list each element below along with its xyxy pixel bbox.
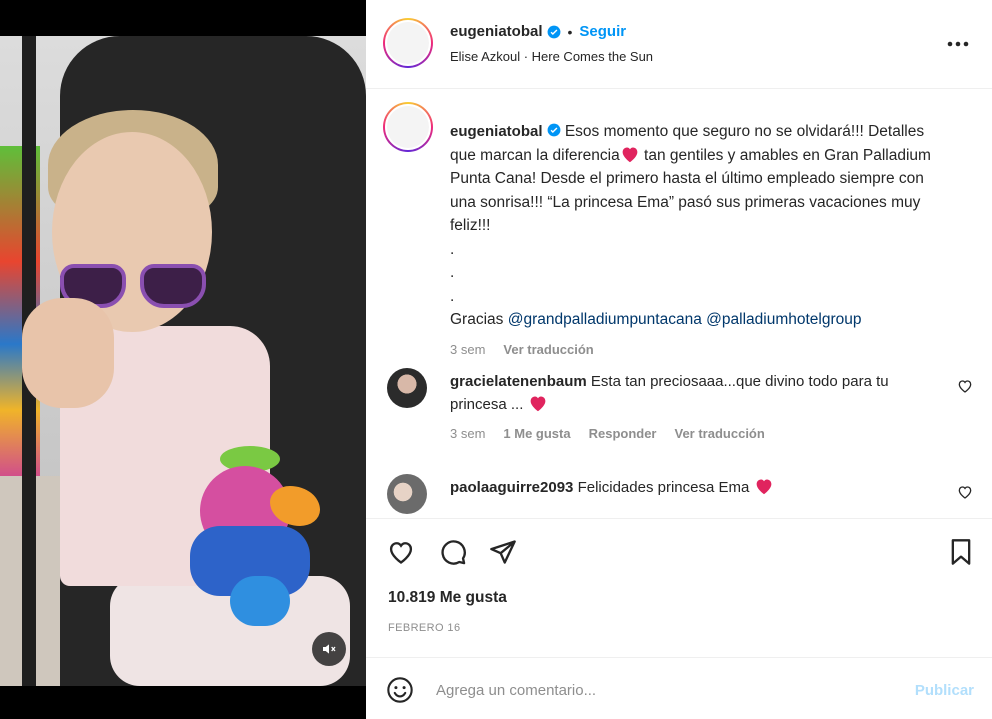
comment-button[interactable]: [438, 537, 468, 567]
comment-text: Felicidades princesa Ema: [577, 479, 750, 496]
commenter-avatar[interactable]: [387, 474, 427, 514]
red-heart-emoji-icon: [528, 394, 548, 412]
heart-outline-icon: [389, 542, 413, 564]
author-username[interactable]: eugeniatobal: [450, 23, 543, 40]
comment-reply-button[interactable]: Responder: [589, 422, 657, 445]
caption-author-avatar[interactable]: [383, 102, 433, 152]
publish-button[interactable]: Publicar: [915, 682, 974, 699]
more-horizontal-icon: [947, 41, 969, 47]
post-media[interactable]: [0, 0, 366, 719]
save-button[interactable]: [946, 537, 976, 567]
post-photo[interactable]: [0, 36, 366, 686]
mention-link-palladiumhotelgroup[interactable]: @palladiumhotelgroup: [706, 311, 861, 328]
emoji-picker-button[interactable]: [386, 676, 414, 704]
comment-timestamp[interactable]: 3 sem: [450, 422, 485, 445]
comment-input[interactable]: [436, 675, 896, 705]
audio-track-link[interactable]: Elise Azkoul · Here Comes the Sun: [450, 49, 653, 64]
post-header: eugeniatobal • Seguir Elise Azkoul · Her…: [366, 0, 992, 89]
post-date: FEBRERO 16: [388, 622, 461, 634]
thumbs-up-arm: [22, 298, 114, 408]
comment-bubble-icon: [441, 540, 466, 565]
author-avatar[interactable]: [383, 18, 433, 68]
caption-dot-3: .: [450, 287, 455, 305]
paper-plane-icon: [490, 540, 516, 564]
comment-translate-link[interactable]: Ver traducción: [675, 422, 765, 445]
caption-dot-2: .: [450, 264, 455, 281]
red-heart-emoji-icon: [620, 145, 640, 163]
like-button[interactable]: [386, 537, 416, 567]
comment-like-button[interactable]: [957, 378, 973, 394]
bookmark-icon: [951, 539, 971, 565]
more-options-button[interactable]: [946, 34, 970, 54]
post-actions: 10.819 Me gusta FEBRERO 16: [366, 518, 992, 657]
caption-translate-link[interactable]: Ver traducción: [503, 338, 593, 362]
post-details-panel: eugeniatobal • Seguir Elise Azkoul · Her…: [366, 0, 992, 719]
mention-link-grandpalladium[interactable]: @grandpalladiumpuntacana: [508, 311, 702, 328]
caption-username[interactable]: eugeniatobal: [450, 123, 543, 140]
red-heart-emoji-icon: [754, 477, 774, 495]
caption-thanks-text: Gracias: [450, 311, 508, 328]
comment-likes-count[interactable]: 1 Me gusta: [503, 422, 570, 445]
follow-button[interactable]: Seguir: [579, 23, 626, 40]
verified-badge-icon: [547, 123, 561, 137]
separator-dot: •: [567, 23, 573, 40]
verified-badge-icon: [547, 25, 561, 39]
commenter-username[interactable]: paolaaguirre2093: [450, 479, 573, 496]
add-comment-bar: Publicar: [366, 657, 992, 719]
speaker-muted-icon: [323, 644, 336, 654]
plush-toy: [170, 446, 330, 626]
commenter-avatar[interactable]: [387, 368, 427, 408]
comment-like-button[interactable]: [957, 484, 973, 500]
share-button[interactable]: [488, 537, 518, 567]
smiley-icon: [387, 677, 413, 703]
heart-outline-icon: [958, 486, 972, 499]
audio-muted-button[interactable]: [312, 632, 346, 666]
comments-list[interactable]: eugeniatobal Esos momento que seguro no …: [366, 90, 992, 518]
commenter-username[interactable]: gracielatenenbaum: [450, 373, 587, 390]
caption-timestamp[interactable]: 3 sem: [450, 338, 485, 362]
heart-outline-icon: [958, 380, 972, 393]
likes-count[interactable]: 10.819 Me gusta: [388, 589, 507, 607]
caption-dot-1: .: [450, 240, 455, 258]
